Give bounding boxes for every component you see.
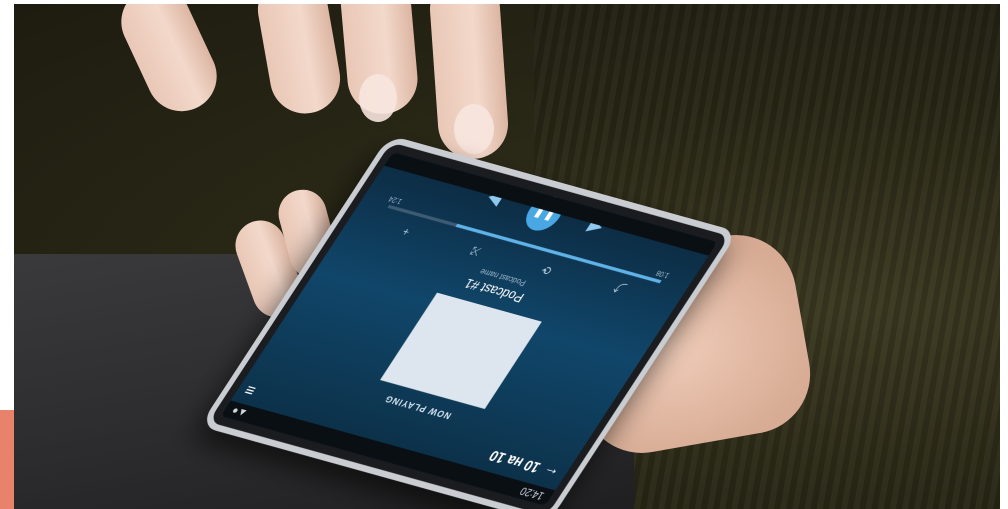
shuffle-icon[interactable]: ⤨	[468, 240, 486, 258]
finger	[252, 4, 346, 120]
fingernail	[454, 104, 494, 154]
finger	[109, 4, 229, 123]
status-time: 14:20	[517, 484, 547, 502]
accent-bar	[0, 410, 14, 509]
signal-icon: ▲●	[229, 404, 250, 420]
back-icon[interactable]: ←	[538, 461, 563, 482]
add-icon[interactable]: +	[400, 221, 416, 238]
photo: 14:20 ▲● ← 10 на 10 ≡ NOW PLAYING Podcas…	[14, 4, 1000, 509]
date-header: 10 на 10	[485, 447, 544, 477]
menu-icon[interactable]: ≡	[241, 379, 261, 399]
repeat-icon[interactable]: ⟳	[539, 260, 557, 278]
share-icon[interactable]: ⤴	[610, 279, 630, 297]
time-total: 1:24	[387, 194, 405, 205]
time-elapsed: 1:08	[655, 268, 672, 279]
fingernail	[359, 74, 397, 122]
album-art	[380, 292, 542, 410]
